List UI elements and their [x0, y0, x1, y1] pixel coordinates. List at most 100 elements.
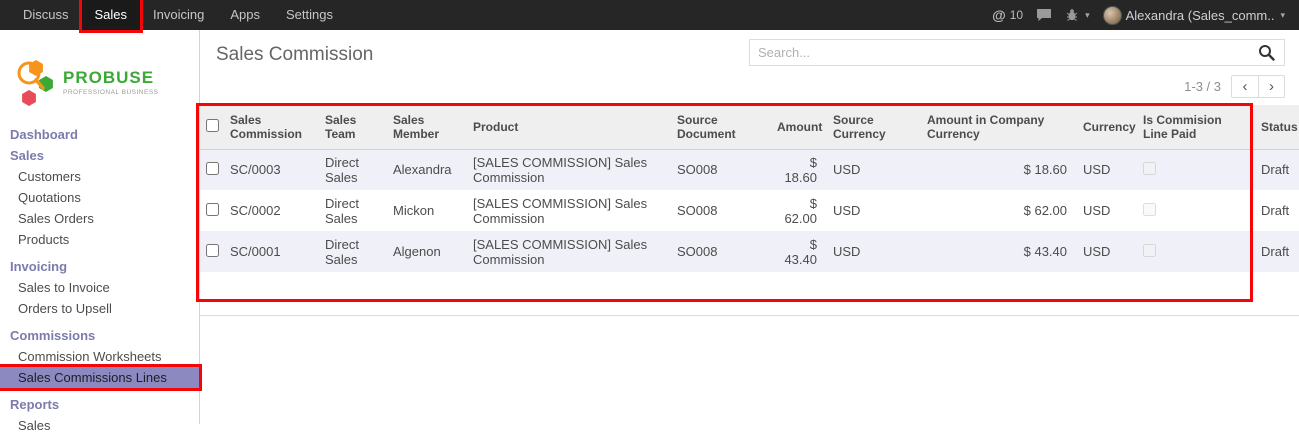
column-header-is-paid[interactable]: Is Commision Line Paid — [1135, 105, 1253, 149]
column-header-product[interactable]: Product — [465, 105, 669, 149]
nav-group-invoicing: Invoicing Sales to Invoice Orders to Ups… — [0, 256, 199, 319]
cell-source-currency: USD — [825, 231, 919, 272]
cell-product: [SALES COMMISSION] Sales Commission — [465, 190, 669, 231]
top-menu-discuss[interactable]: Discuss — [10, 0, 82, 30]
cell-amount: $ 18.60 — [769, 149, 825, 190]
sidebar-heading-dashboard[interactable]: Dashboard — [0, 124, 199, 145]
top-menu-group: Discuss Sales Invoicing Apps Settings — [0, 0, 346, 30]
sidebar: PROBUSE PROFESSIONAL BUSINESS Dashboard … — [0, 30, 200, 424]
brand-tagline: PROFESSIONAL BUSINESS — [63, 89, 159, 96]
cell-source-document: SO008 — [669, 149, 769, 190]
is-paid-checkbox — [1143, 244, 1156, 257]
cell-sales-commission: SC/0002 — [222, 190, 317, 231]
nav-group-commissions: Commissions Commission Worksheets Sales … — [0, 325, 199, 388]
cell-status: Draft — [1253, 149, 1299, 190]
cell-currency: USD — [1075, 149, 1135, 190]
column-header-source-currency[interactable]: Source Currency — [825, 105, 919, 149]
cell-status: Draft — [1253, 231, 1299, 272]
sidebar-heading-sales[interactable]: Sales — [0, 145, 199, 166]
app-body: PROBUSE PROFESSIONAL BUSINESS Dashboard … — [0, 30, 1299, 424]
cell-sales-team: Direct Sales — [317, 190, 385, 231]
column-header-sales-member[interactable]: Sales Member — [385, 105, 465, 149]
sidebar-item-label: Sales Commissions Lines — [18, 370, 167, 385]
column-header-amount-company-currency[interactable]: Amount in Company Currency — [919, 105, 1075, 149]
row-select-checkbox[interactable] — [206, 244, 219, 257]
mention-count: 10 — [1010, 8, 1023, 22]
cell-source-currency: USD — [825, 149, 919, 190]
table-header-row: Sales Commission Sales Team Sales Member… — [200, 105, 1299, 149]
is-paid-checkbox — [1143, 203, 1156, 216]
is-paid-checkbox — [1143, 162, 1156, 175]
top-menu-settings[interactable]: Settings — [273, 0, 346, 30]
cell-is-paid — [1135, 231, 1253, 272]
top-menu-sales[interactable]: Sales — [82, 0, 141, 30]
cell-source-document: SO008 — [669, 190, 769, 231]
cell-sales-member: Algenon — [385, 231, 465, 272]
top-menu-invoicing[interactable]: Invoicing — [140, 0, 217, 30]
sidebar-item-sales-commissions-lines[interactable]: Sales Commissions Lines — [0, 367, 199, 388]
cell-sales-commission: SC/0001 — [222, 231, 317, 272]
column-header-sales-commission[interactable]: Sales Commission — [222, 105, 317, 149]
sidebar-item-products[interactable]: Products — [0, 229, 199, 250]
sidebar-heading-reports[interactable]: Reports — [0, 394, 199, 415]
sidebar-item-sales-to-invoice[interactable]: Sales to Invoice — [0, 277, 199, 298]
brand-logo[interactable]: PROBUSE PROFESSIONAL BUSINESS — [0, 30, 199, 118]
user-menu[interactable]: Alexandra (Sales_comm.. ▾ — [1103, 6, 1285, 25]
brand-logo-text: PROBUSE PROFESSIONAL BUSINESS — [63, 69, 159, 96]
sidebar-heading-invoicing[interactable]: Invoicing — [0, 256, 199, 277]
pager-range: 1-3 / 3 — [1184, 79, 1221, 94]
pager-previous-button[interactable]: ‹ — [1231, 75, 1258, 98]
bug-icon — [1065, 8, 1079, 22]
row-select-checkbox[interactable] — [206, 162, 219, 175]
mentions-button[interactable]: @ 10 — [992, 7, 1023, 23]
sidebar-heading-commissions[interactable]: Commissions — [0, 325, 199, 346]
column-header-sales-team[interactable]: Sales Team — [317, 105, 385, 149]
search-input[interactable] — [749, 39, 1285, 66]
pager: 1-3 / 3 ‹ › — [200, 66, 1299, 105]
cell-amount: $ 62.00 — [769, 190, 825, 231]
sidebar-item-quotations[interactable]: Quotations — [0, 187, 199, 208]
cell-sales-member: Alexandra — [385, 149, 465, 190]
commission-list-table: Sales Commission Sales Team Sales Member… — [200, 105, 1299, 272]
messages-button[interactable] — [1036, 8, 1052, 22]
cell-source-document: SO008 — [669, 231, 769, 272]
cell-amount: $ 43.40 — [769, 231, 825, 272]
column-header-currency[interactable]: Currency — [1075, 105, 1135, 149]
sidebar-item-sales-report[interactable]: Sales — [0, 415, 199, 436]
debug-menu-button[interactable]: ▾ — [1065, 8, 1090, 22]
row-select-checkbox[interactable] — [206, 203, 219, 216]
cell-product: [SALES COMMISSION] Sales Commission — [465, 231, 669, 272]
chat-icon — [1036, 8, 1052, 22]
cell-sales-commission: SC/0003 — [222, 149, 317, 190]
page-title: Sales Commission — [216, 44, 373, 66]
cell-is-paid — [1135, 190, 1253, 231]
column-header-amount[interactable]: Amount — [769, 105, 825, 149]
table-row[interactable]: SC/0003 Direct Sales Alexandra [SALES CO… — [200, 149, 1299, 190]
sidebar-item-commission-worksheets[interactable]: Commission Worksheets — [0, 346, 199, 367]
sidebar-item-sales-orders[interactable]: Sales Orders — [0, 208, 199, 229]
cell-amount-company: $ 18.60 — [919, 149, 1075, 190]
sidebar-item-customers[interactable]: Customers — [0, 166, 199, 187]
cell-amount-company: $ 62.00 — [919, 190, 1075, 231]
select-all-checkbox[interactable] — [206, 119, 219, 132]
pager-next-button[interactable]: › — [1258, 75, 1285, 98]
brand-logo-icon — [14, 58, 56, 106]
chevron-down-icon: ▾ — [1280, 10, 1285, 21]
cell-is-paid — [1135, 149, 1253, 190]
top-menu-sales-label: Sales — [95, 7, 128, 22]
user-avatar — [1103, 6, 1122, 25]
search-bar — [749, 39, 1285, 66]
column-header-source-document[interactable]: Source Document — [669, 105, 769, 149]
cell-source-currency: USD — [825, 190, 919, 231]
cell-sales-member: Mickon — [385, 190, 465, 231]
top-navbar: Discuss Sales Invoicing Apps Settings @ … — [0, 0, 1299, 30]
sidebar-item-orders-to-upsell[interactable]: Orders to Upsell — [0, 298, 199, 319]
search-icon[interactable] — [1258, 42, 1282, 63]
column-header-status[interactable]: Status — [1253, 105, 1299, 149]
cell-currency: USD — [1075, 190, 1135, 231]
list-empty-space — [200, 272, 1299, 302]
table-row[interactable]: SC/0001 Direct Sales Algenon [SALES COMM… — [200, 231, 1299, 272]
table-row[interactable]: SC/0002 Direct Sales Mickon [SALES COMMI… — [200, 190, 1299, 231]
cell-currency: USD — [1075, 231, 1135, 272]
top-menu-apps[interactable]: Apps — [217, 0, 273, 30]
